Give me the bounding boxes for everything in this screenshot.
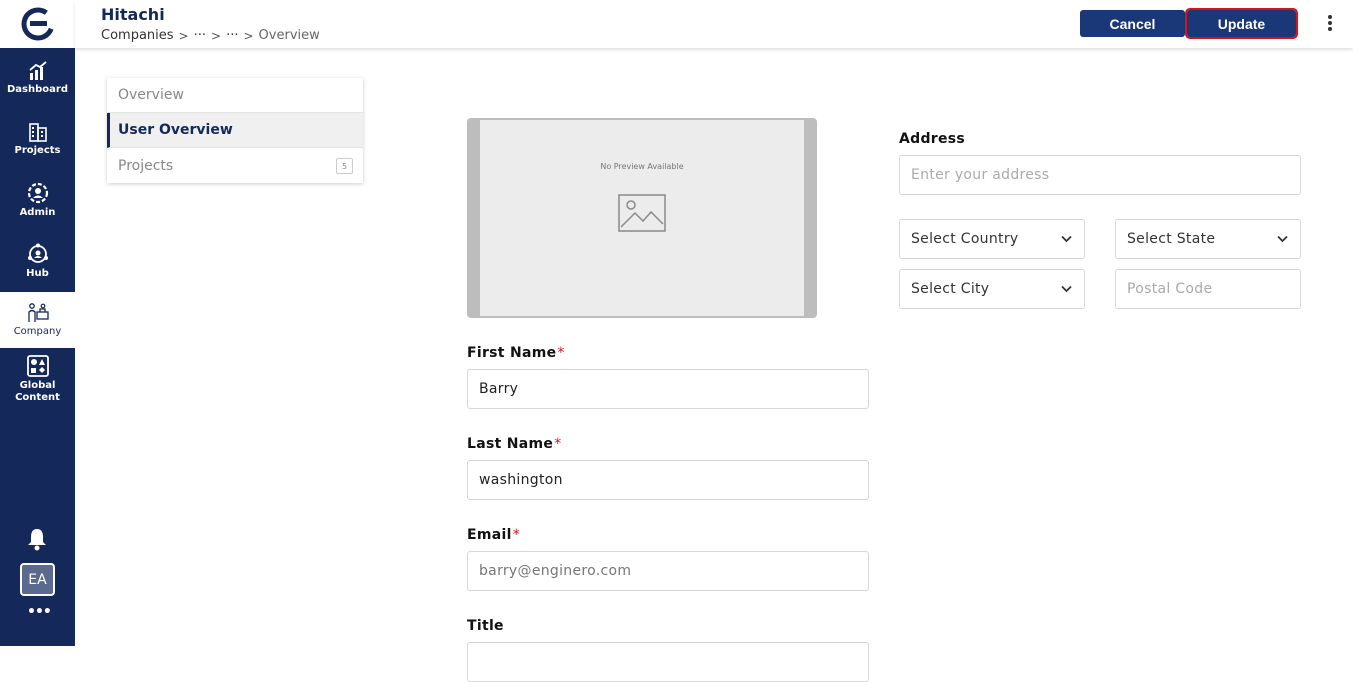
required-marker: *: [554, 436, 562, 452]
section-nav-overview[interactable]: Overview: [107, 78, 363, 113]
breadcrumb: Companies > ··· > ··· > Overview: [101, 28, 320, 43]
update-button[interactable]: Update: [1185, 8, 1298, 39]
sidebar-item-projects[interactable]: Projects: [0, 111, 75, 167]
breadcrumb-separator: >: [211, 28, 222, 43]
app-logo[interactable]: [0, 0, 75, 48]
sidebar-item-label: Global Content: [15, 379, 60, 403]
email-field[interactable]: barry@enginero.com: [467, 551, 869, 591]
section-nav: Overview User Overview Projects 5: [107, 78, 363, 183]
address-label: Address: [899, 131, 966, 147]
email-label: Email*: [467, 527, 520, 543]
country-select[interactable]: Select Country: [899, 219, 1085, 259]
kebab-menu-icon[interactable]: [1323, 12, 1337, 34]
sidebar-item-hub[interactable]: Hub: [0, 233, 75, 289]
cancel-button[interactable]: Cancel: [1080, 10, 1185, 37]
sidebar-item-label: Company: [13, 325, 62, 337]
last-name-field[interactable]: washington: [467, 460, 869, 500]
required-marker: *: [512, 527, 521, 543]
sidebar-item-label: Projects: [14, 144, 61, 156]
image-preview-area: No Preview Available: [480, 120, 804, 316]
chevron-down-icon: [1277, 235, 1288, 243]
city-select-value: Select City: [911, 281, 990, 297]
hub-icon: [27, 243, 48, 263]
email-label-text: Email: [467, 527, 512, 543]
section-nav-label: Overview: [118, 87, 184, 103]
shapes-icon: [26, 354, 49, 377]
country-select-value: Select Country: [911, 231, 1019, 247]
count-badge: 5: [336, 158, 353, 174]
sidebar-item-company[interactable]: Company: [0, 292, 75, 348]
state-select[interactable]: Select State: [1115, 219, 1301, 259]
section-nav-label: User Overview: [118, 122, 233, 138]
first-name-label-text: First Name: [467, 345, 557, 361]
first-name-field[interactable]: Barry: [467, 369, 869, 409]
address-field[interactable]: Enter your address: [899, 155, 1301, 195]
chart-icon: [28, 60, 47, 80]
bell-icon[interactable]: [26, 527, 48, 551]
section-nav-label: Projects: [118, 157, 174, 174]
chevron-down-icon: [1061, 285, 1072, 293]
last-name-label-text: Last Name: [467, 436, 554, 452]
page-title: Hitachi: [101, 5, 165, 24]
admin-gear-icon: [27, 182, 48, 203]
breadcrumb-ellipsis-1[interactable]: ···: [194, 28, 206, 43]
section-nav-user-overview[interactable]: User Overview: [107, 113, 363, 148]
logo-e-icon: [21, 7, 54, 41]
image-preview[interactable]: No Preview Available: [467, 118, 817, 318]
sidebar-item-admin[interactable]: Admin: [0, 172, 75, 228]
first-name-label: First Name*: [467, 345, 565, 361]
state-select-value: Select State: [1127, 231, 1216, 247]
building-icon: [28, 122, 47, 142]
sidebar-item-label: Admin: [19, 206, 56, 218]
section-nav-projects[interactable]: Projects 5: [107, 148, 363, 183]
sidebar-item-label: Hub: [26, 267, 49, 279]
company-people-icon: [27, 302, 49, 322]
breadcrumb-companies[interactable]: Companies: [101, 28, 174, 43]
avatar[interactable]: EA: [20, 563, 55, 596]
sidebar-item-dashboard[interactable]: Dashboard: [0, 50, 75, 106]
chevron-down-icon: [1061, 235, 1072, 243]
sidebar-item-global-content[interactable]: Global Content: [0, 351, 75, 407]
breadcrumb-separator: >: [178, 28, 189, 43]
title-field[interactable]: [467, 642, 869, 682]
sidebar-item-label: Dashboard: [7, 83, 68, 95]
postal-code-field[interactable]: Postal Code: [1115, 269, 1301, 309]
header: Hitachi Companies > ··· > ··· > Overview…: [75, 0, 1353, 48]
breadcrumb-separator: >: [243, 28, 254, 43]
breadcrumb-ellipsis-2[interactable]: ···: [226, 28, 238, 43]
required-marker: *: [557, 345, 565, 361]
last-name-label: Last Name*: [467, 436, 562, 452]
sidebar: Dashboard Projects Admin Hub Company Glo…: [0, 0, 75, 646]
more-menu-icon[interactable]: •••: [27, 604, 52, 620]
breadcrumb-current: Overview: [258, 28, 320, 43]
title-label: Title: [467, 618, 504, 634]
no-preview-text: No Preview Available: [600, 162, 684, 171]
image-placeholder-icon: [618, 194, 666, 232]
city-select[interactable]: Select City: [899, 269, 1085, 309]
